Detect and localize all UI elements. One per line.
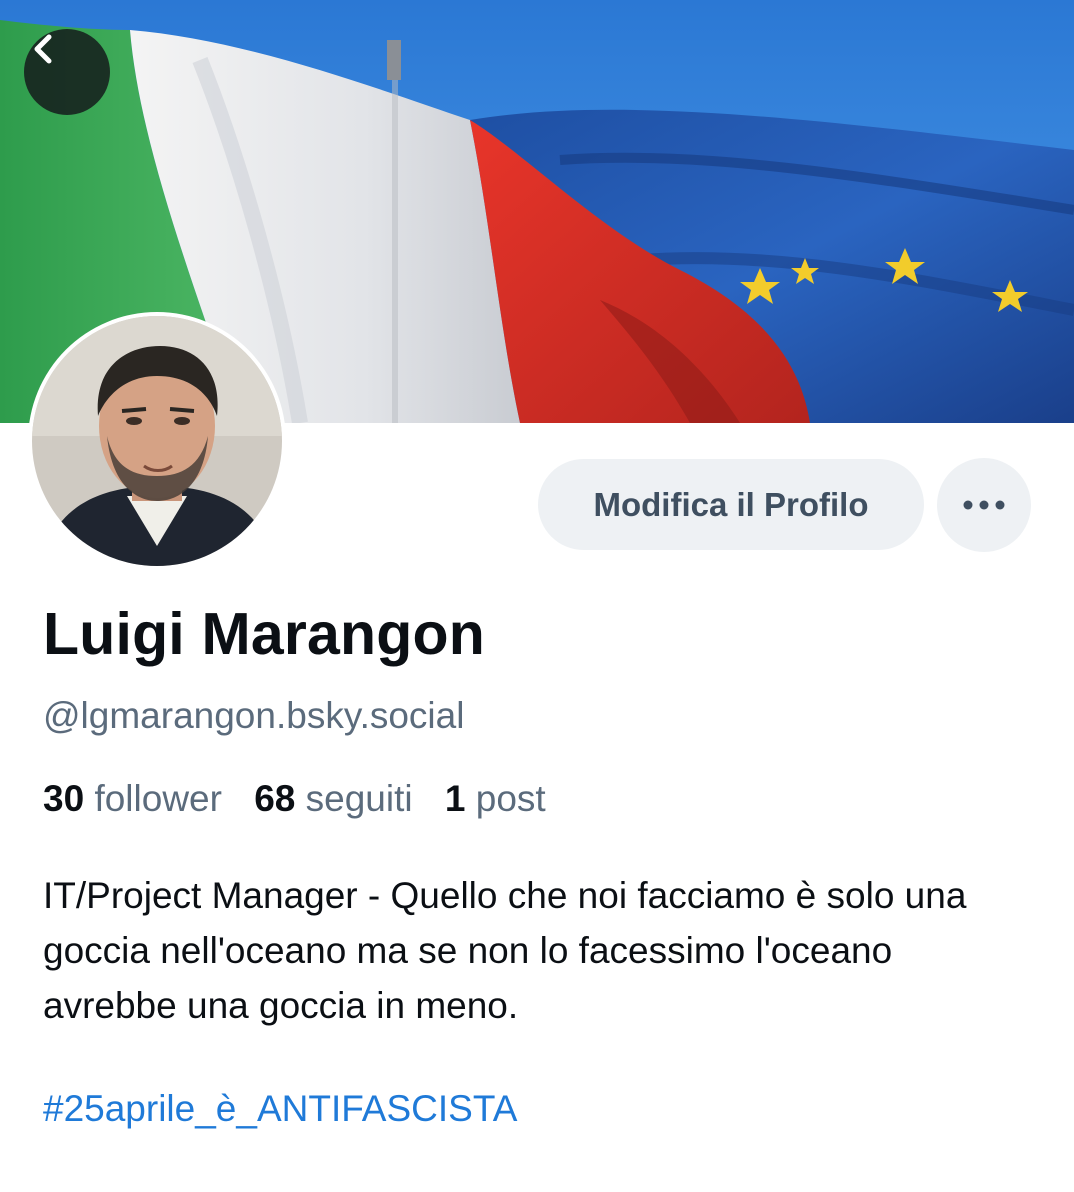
followers-stat[interactable]: 30 follower (43, 778, 222, 819)
following-label: seguiti (305, 778, 413, 819)
more-options-button[interactable] (937, 458, 1031, 552)
posts-count: 1 (444, 778, 466, 819)
following-count: 68 (254, 778, 296, 819)
display-name: Luigi Marangon (43, 601, 485, 667)
edit-profile-button[interactable]: Modifica il Profilo (538, 459, 924, 550)
back-button[interactable] (24, 29, 110, 115)
followers-count: 30 (43, 778, 85, 819)
avatar-border (28, 312, 286, 570)
profile-stats: 30 follower 68 seguiti 1 post (43, 778, 568, 820)
avatar[interactable] (32, 316, 282, 566)
more-horizontal-icon (963, 500, 1005, 510)
profile-handle: @lgmarangon.bsky.social (43, 695, 465, 736)
profile-bio: IT/Project Manager - Quello che noi facc… (43, 875, 967, 1026)
posts-label: post (475, 778, 546, 819)
followers-label: follower (94, 778, 222, 819)
avatar-photo (32, 316, 282, 566)
chevron-left-icon (34, 34, 52, 64)
bio-hashtag-link[interactable]: #25aprile_è_ANTIFASCISTA (43, 1088, 517, 1130)
posts-stat: 1 post (445, 778, 546, 819)
following-stat[interactable]: 68 seguiti (254, 778, 412, 819)
